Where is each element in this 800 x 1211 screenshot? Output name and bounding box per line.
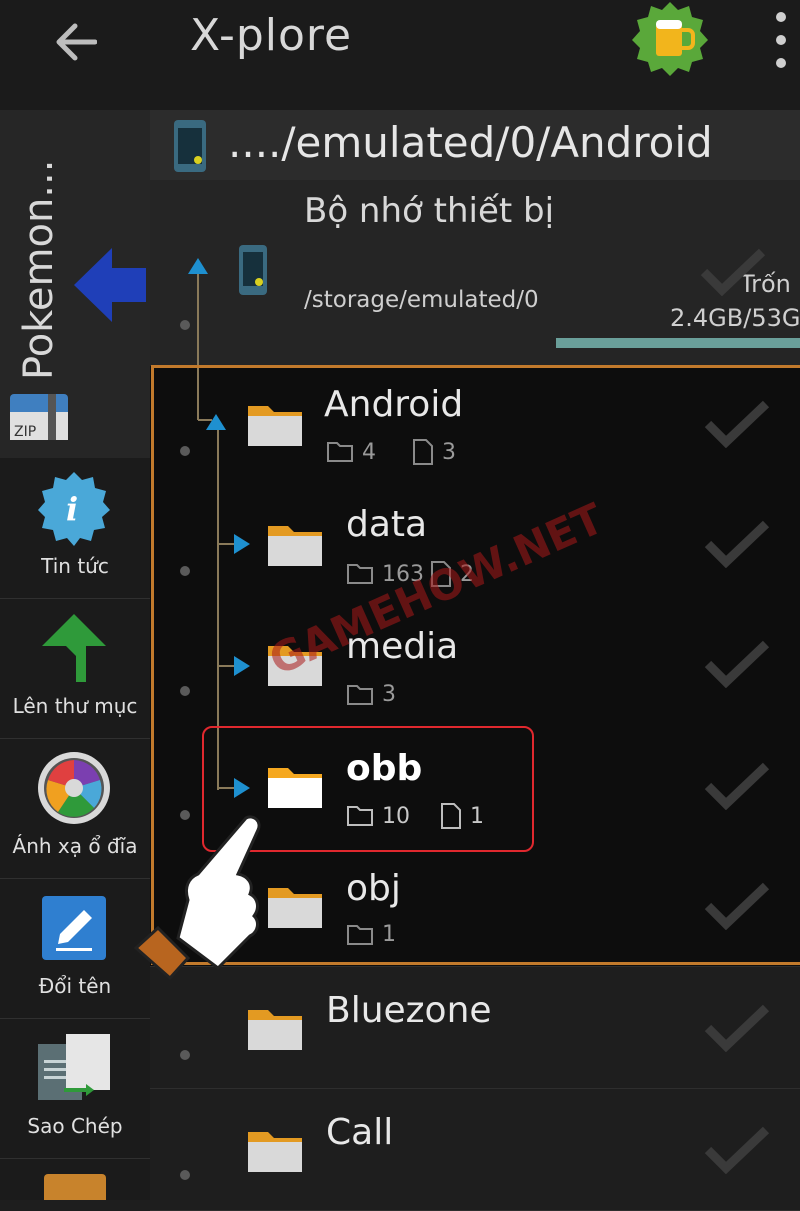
storage-usage-bar — [556, 338, 800, 348]
copy-icon — [36, 1030, 112, 1106]
tool-news[interactable]: i Tin tức — [0, 458, 150, 599]
up-folder-arrow-icon — [36, 610, 112, 686]
select-check-icon[interactable] — [704, 760, 770, 811]
select-check-icon[interactable] — [704, 1002, 770, 1053]
folder-counts: 1 — [346, 922, 396, 947]
file-count: 3 — [442, 439, 456, 465]
folder-name: Call — [326, 1112, 394, 1153]
app-title: X-plore — [190, 10, 353, 61]
folder-icon — [266, 880, 324, 930]
subfolder-count: 1 — [382, 922, 396, 947]
overflow-menu-icon[interactable] — [770, 12, 792, 68]
archive-tab-label: Pokemon... — [16, 159, 62, 380]
folder-icon — [246, 1124, 304, 1174]
rename-pencil-icon — [36, 890, 112, 966]
tool-up-folder[interactable]: Lên thư mục — [0, 598, 150, 739]
phone-storage-icon — [172, 118, 208, 174]
select-check-icon[interactable] — [704, 1124, 770, 1175]
folder-icon — [266, 518, 324, 568]
select-check-icon[interactable] — [700, 246, 766, 297]
folder-name: data — [346, 504, 428, 545]
clipboard-icon[interactable] — [44, 1174, 106, 1200]
svg-text:i: i — [66, 490, 78, 528]
subfolder-count: 3 — [382, 682, 396, 707]
folder-name: Bluezone — [326, 990, 492, 1031]
pointing-hand-icon — [128, 808, 268, 983]
folder-counts: 4 3 — [326, 438, 456, 466]
subfolder-count: 4 — [362, 439, 376, 465]
select-check-icon[interactable] — [704, 880, 770, 931]
folder-icon — [246, 1002, 304, 1052]
select-check-icon[interactable] — [704, 518, 770, 569]
folder-name: Android — [324, 384, 464, 425]
device-name: Bộ nhớ thiết bị — [304, 191, 555, 231]
beer-donate-icon[interactable] — [628, 0, 712, 76]
device-path: /storage/emulated/0 — [304, 287, 539, 313]
disk-map-icon — [36, 750, 112, 826]
blue-left-arrow-icon — [72, 246, 148, 324]
select-check-icon[interactable] — [704, 638, 770, 689]
select-check-icon[interactable] — [704, 398, 770, 449]
tool-copy-label: Sao Chép — [27, 1114, 123, 1138]
back-arrow-icon[interactable] — [40, 14, 110, 70]
info-icon: i — [36, 470, 112, 546]
tool-news-label: Tin tức — [41, 554, 109, 578]
folder-row-call[interactable]: Call — [150, 1090, 800, 1211]
current-path: ..../emulated/0/Android — [228, 118, 713, 167]
folder-counts: 3 — [346, 682, 396, 707]
folder-name: obj — [346, 868, 401, 909]
svg-text:ZIP: ZIP — [14, 424, 36, 440]
folder-row-bluezone[interactable]: Bluezone — [150, 968, 800, 1089]
zip-archive-icon: ZIP — [8, 392, 70, 442]
device-size: 2.4GB/53G — [670, 304, 800, 332]
tool-copy[interactable]: Sao Chép — [0, 1018, 150, 1159]
tool-up-folder-label: Lên thư mục — [12, 694, 138, 718]
